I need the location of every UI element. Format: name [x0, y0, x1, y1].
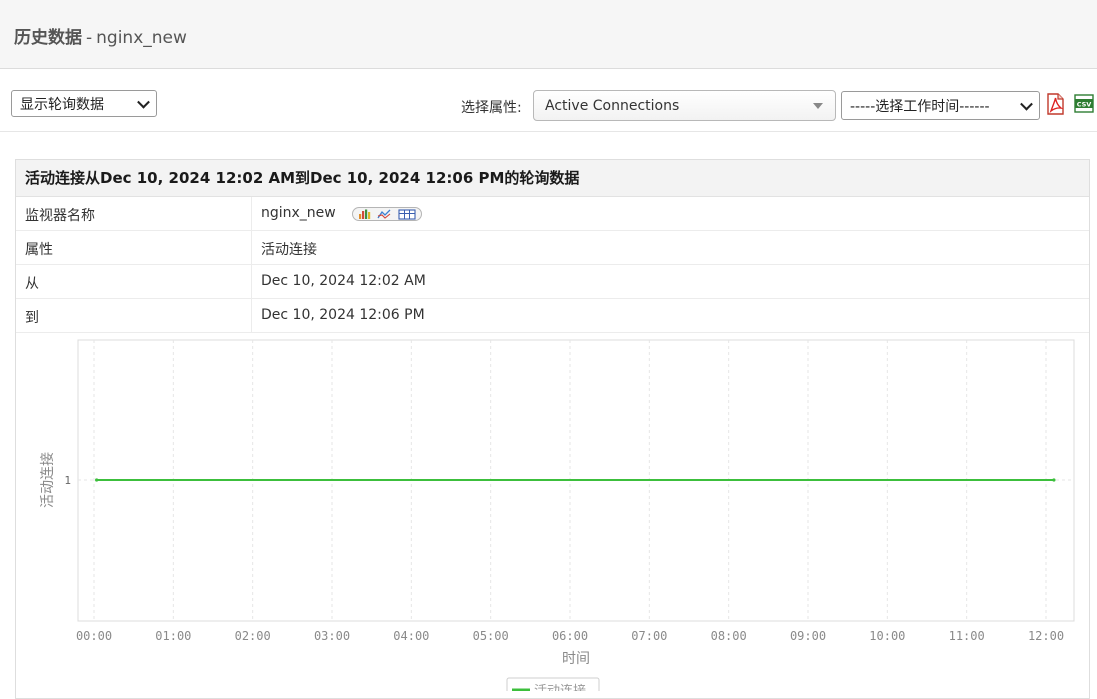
panel-heading: 活动连接从Dec 10, 2024 12:02 AM到Dec 10, 2024 …: [16, 160, 1089, 197]
chevron-down-icon: [137, 95, 150, 109]
info-row-from: 从 Dec 10, 2024 12:02 AM: [16, 265, 1089, 299]
csv-export-icon[interactable]: CSV: [1073, 93, 1094, 115]
view-data-select-value: 显示轮询数据: [20, 96, 104, 113]
y-axis-title: 活动连接: [39, 452, 56, 508]
x-tick-label: 06:00: [552, 629, 588, 643]
svg-text:CSV: CSV: [1077, 101, 1092, 109]
x-tick-label: 09:00: [790, 629, 826, 643]
legend-label: 活动连接: [534, 683, 586, 691]
attribute-select[interactable]: Active Connections: [533, 90, 836, 121]
x-tick-label: 02:00: [235, 629, 271, 643]
series-point: [1052, 478, 1056, 482]
toolbar: 显示轮询数据 选择属性: Active Connections -----选择工…: [0, 70, 1097, 132]
pdf-export-icon[interactable]: [1045, 93, 1066, 115]
x-tick-label: 05:00: [473, 629, 509, 643]
page-header: 历史数据 - nginx_new: [0, 0, 1097, 69]
x-tick-label: 03:00: [314, 629, 350, 643]
history-line-chart: 00:00 01:00 02:00 03:00 04:00 05:00 06:00 07:00…: [39, 339, 1075, 691]
page-title: 历史数据 - nginx_new: [14, 23, 187, 48]
info-value: Dec 10, 2024 12:02 AM: [261, 273, 426, 289]
x-axis-title: 时间: [562, 651, 590, 667]
title-separator: -: [86, 28, 93, 48]
x-tick-label: 01:00: [155, 629, 191, 643]
x-tick-label: 00:00: [76, 629, 112, 643]
info-row-to: 到 Dec 10, 2024 12:06 PM: [16, 299, 1089, 333]
info-key: 监视器名称: [25, 208, 95, 224]
dropdown-triangle-icon: [813, 102, 823, 109]
x-tick-label: 12:00: [1028, 629, 1064, 643]
y-tick-label: 1: [64, 474, 71, 487]
x-tick-label: 07:00: [631, 629, 667, 643]
worktime-select[interactable]: -----选择工作时间------: [841, 91, 1040, 120]
info-key: 到: [25, 310, 39, 326]
info-value-monitor-link[interactable]: nginx_new: [261, 205, 336, 221]
monitor-view-icons: [352, 207, 422, 221]
chevron-down-icon: [1020, 97, 1033, 111]
info-row-monitor: 监视器名称 nginx_new: [16, 197, 1089, 231]
info-key: 属性: [25, 242, 53, 258]
row-divider: [251, 231, 252, 264]
page-title-monitor: nginx_new: [96, 28, 187, 48]
x-tick-label: 11:00: [949, 629, 985, 643]
x-tick-label: 04:00: [393, 629, 429, 643]
x-tick-label: 08:00: [711, 629, 747, 643]
worktime-select-value: -----选择工作时间------: [850, 98, 990, 115]
info-value: 活动连接: [261, 242, 317, 258]
info-value: Dec 10, 2024 12:06 PM: [261, 307, 425, 323]
page-title-main: 历史数据: [14, 28, 82, 48]
attribute-select-value: Active Connections: [545, 97, 680, 114]
row-divider: [251, 197, 252, 230]
attribute-label: 选择属性:: [461, 100, 522, 116]
view-data-select[interactable]: 显示轮询数据: [11, 90, 157, 117]
x-tick-label: 10:00: [869, 629, 905, 643]
row-divider: [251, 265, 252, 298]
row-divider: [251, 299, 252, 332]
line-chart-icon: [377, 209, 391, 219]
info-key: 从: [25, 276, 39, 292]
table-icon: [398, 209, 416, 220]
series-point: [95, 478, 99, 482]
info-row-attribute: 属性 活动连接: [16, 231, 1089, 265]
bar-chart-icon: [359, 209, 371, 219]
